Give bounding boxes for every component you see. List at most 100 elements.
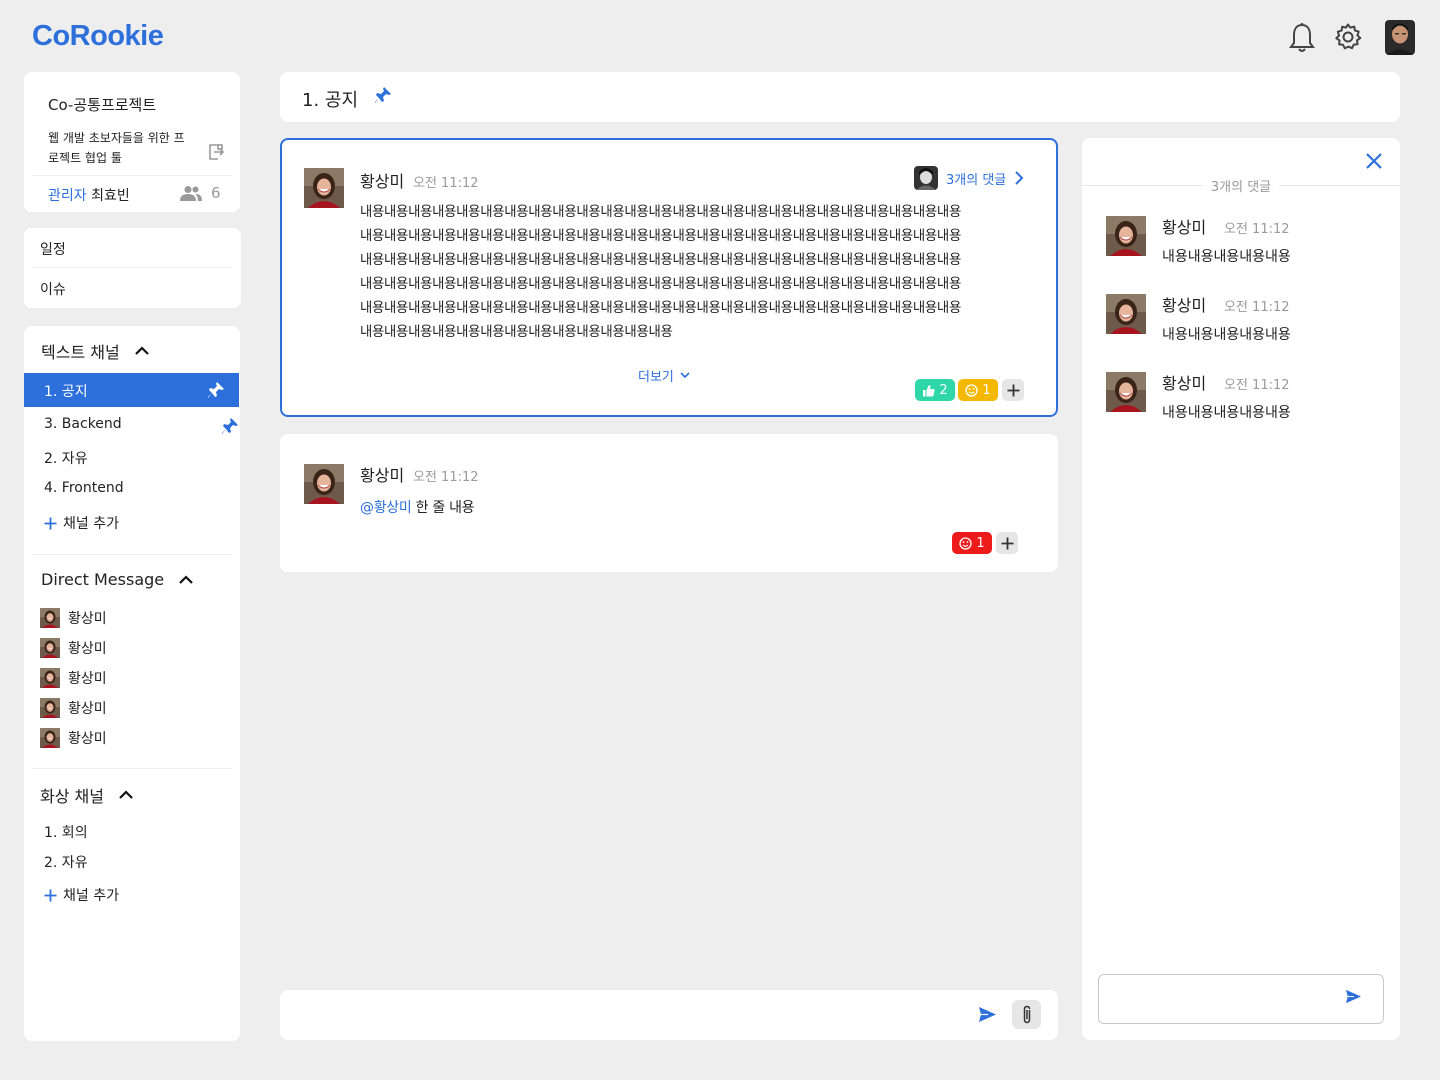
show-more-button[interactable]: 더보기 [638, 366, 690, 385]
message-card[interactable]: 황상미 오전 11:12 3개의 댓글 내용내용내용내용내용내용내용내용내용내용… [280, 138, 1058, 417]
channel-header: 1. 공지 [280, 72, 1400, 122]
user-avatar [1106, 216, 1146, 256]
user-avatar [40, 668, 60, 688]
user-avatar [304, 168, 344, 208]
dm-item[interactable]: 황상미 [40, 608, 107, 628]
message-input[interactable] [300, 1000, 980, 1030]
video-channels-header[interactable]: 화상 채널 [40, 783, 134, 807]
thread-count-label: 3개의 댓글 [1202, 180, 1280, 195]
add-reaction-button[interactable] [996, 532, 1018, 554]
pin-icon [208, 382, 224, 398]
text-channels-header[interactable]: 텍스트 채널 [41, 339, 150, 363]
message-author: 황상미 [360, 172, 405, 191]
project-name: Co-공통프로젝트 [48, 96, 157, 114]
user-avatar [914, 166, 938, 190]
member-count-value: 6 [211, 184, 221, 202]
reaction-thumbs-up[interactable]: 2 [915, 379, 955, 401]
chevron-up-icon [119, 790, 133, 799]
channel-item-free[interactable]: 2. 자유 [44, 448, 88, 468]
user-avatar [40, 728, 60, 748]
channel-label: 1. 공지 [44, 384, 88, 400]
smile-icon [965, 383, 979, 397]
channel-item-backend[interactable]: 3. Backend [44, 416, 239, 434]
members-icon [180, 186, 202, 201]
message-card[interactable]: 황상미 오전 11:12 @황상미 한 줄 내용 1 [280, 434, 1058, 572]
exit-icon[interactable] [207, 143, 225, 165]
user-avatar [40, 608, 60, 628]
reaction-smile[interactable]: 1 [952, 532, 992, 554]
comment-time: 오전 11:12 [1224, 300, 1290, 315]
send-icon[interactable] [1345, 989, 1362, 1008]
channel-title: 1. 공지 [302, 90, 359, 111]
paperclip-icon[interactable] [1012, 1000, 1041, 1029]
user-avatar [1106, 372, 1146, 412]
plus-icon [44, 517, 57, 529]
comment-author: 황상미 [1162, 374, 1207, 393]
project-admin: 관리자 최효빈 [48, 185, 130, 205]
video-channel-item-meeting[interactable]: 1. 회의 [44, 822, 88, 842]
bell-icon[interactable] [1289, 22, 1315, 54]
app-logo[interactable]: CoRookie [32, 20, 164, 53]
comment-body: 내용내용내용내용내용 [1162, 249, 1291, 265]
user-avatar [1106, 294, 1146, 334]
channel-sidebar: 텍스트 채널 1. 공지 3. Backend 2. 자유 4. Fronten… [24, 326, 240, 1041]
comment-time: 오전 11:12 [1224, 222, 1290, 237]
pin-icon [222, 418, 238, 434]
channel-item-notice[interactable]: 1. 공지 [24, 373, 239, 407]
dm-name: 황상미 [68, 671, 107, 687]
add-channel-label: 채널 추가 [63, 516, 119, 532]
chevron-up-icon [134, 346, 149, 355]
divider [32, 267, 233, 268]
nav-item-issues[interactable]: 이슈 [40, 279, 66, 299]
gear-icon[interactable] [1334, 23, 1362, 51]
reaction-count: 2 [939, 382, 948, 398]
user-avatar [40, 698, 60, 718]
direct-message-header[interactable]: Direct Message [41, 570, 194, 589]
message-body: 내용내용내용내용내용내용내용내용내용내용내용내용내용내용내용내용내용내용내용내용… [360, 205, 961, 340]
chevron-right-icon [1015, 171, 1024, 185]
video-channels-title: 화상 채널 [40, 787, 104, 806]
comment-body: 내용내용내용내용내용 [1162, 405, 1291, 421]
thumbs-up-icon [923, 384, 935, 396]
thread-reply-input[interactable] [1111, 985, 1341, 1013]
divider [32, 768, 232, 769]
comment-author: 황상미 [1162, 218, 1207, 237]
thread-reply-count: 3개의 댓글 [1082, 176, 1400, 195]
plus-icon [1007, 384, 1019, 396]
reaction-count: 1 [976, 535, 985, 551]
pin-icon[interactable] [374, 86, 392, 108]
direct-message-title: Direct Message [41, 570, 165, 589]
thread-panel: 3개의 댓글 황상미 오전 11:12 내용내용내용내용내용 황상미 오전 11… [1082, 138, 1400, 1040]
user-mention[interactable]: @황상미 [360, 500, 412, 516]
profile-avatar[interactable] [1385, 20, 1415, 55]
thread-reply-box [1098, 974, 1384, 1024]
dm-item[interactable]: 황상미 [40, 728, 107, 748]
close-icon[interactable] [1365, 152, 1383, 174]
divider [32, 175, 232, 176]
dm-name: 황상미 [68, 611, 107, 627]
project-card: Co-공통프로젝트 웹 개발 초보자들을 위한 프로젝트 협업 툴 관리자 최효… [24, 72, 240, 212]
reaction-smile[interactable]: 1 [958, 379, 998, 401]
member-count[interactable]: 6 [179, 184, 221, 202]
reaction-count: 1 [982, 382, 991, 398]
nav-item-schedule[interactable]: 일정 [40, 239, 66, 259]
comment-author: 황상미 [1162, 296, 1207, 315]
thread-replies-link[interactable]: 3개의 댓글 [914, 166, 1024, 190]
channel-item-frontend[interactable]: 4. Frontend [44, 480, 124, 496]
comment-body: 내용내용내용내용내용 [1162, 327, 1291, 343]
dm-item[interactable]: 황상미 [40, 698, 107, 718]
add-reaction-button[interactable] [1002, 379, 1024, 401]
dm-item[interactable]: 황상미 [40, 638, 107, 658]
message-body: @황상미 한 줄 내용 [360, 496, 475, 520]
dm-item[interactable]: 황상미 [40, 668, 107, 688]
message-text: 한 줄 내용 [415, 500, 475, 516]
project-nav: 일정 이슈 [24, 228, 241, 308]
admin-name: 최효빈 [91, 188, 130, 204]
add-text-channel-button[interactable]: 채널 추가 [44, 513, 119, 533]
send-icon[interactable] [978, 1006, 997, 1027]
chevron-up-icon [179, 574, 193, 584]
divider [32, 554, 232, 555]
admin-label: 관리자 [48, 188, 87, 204]
video-channel-item-free[interactable]: 2. 자유 [44, 852, 88, 872]
add-video-channel-button[interactable]: 채널 추가 [44, 885, 119, 905]
